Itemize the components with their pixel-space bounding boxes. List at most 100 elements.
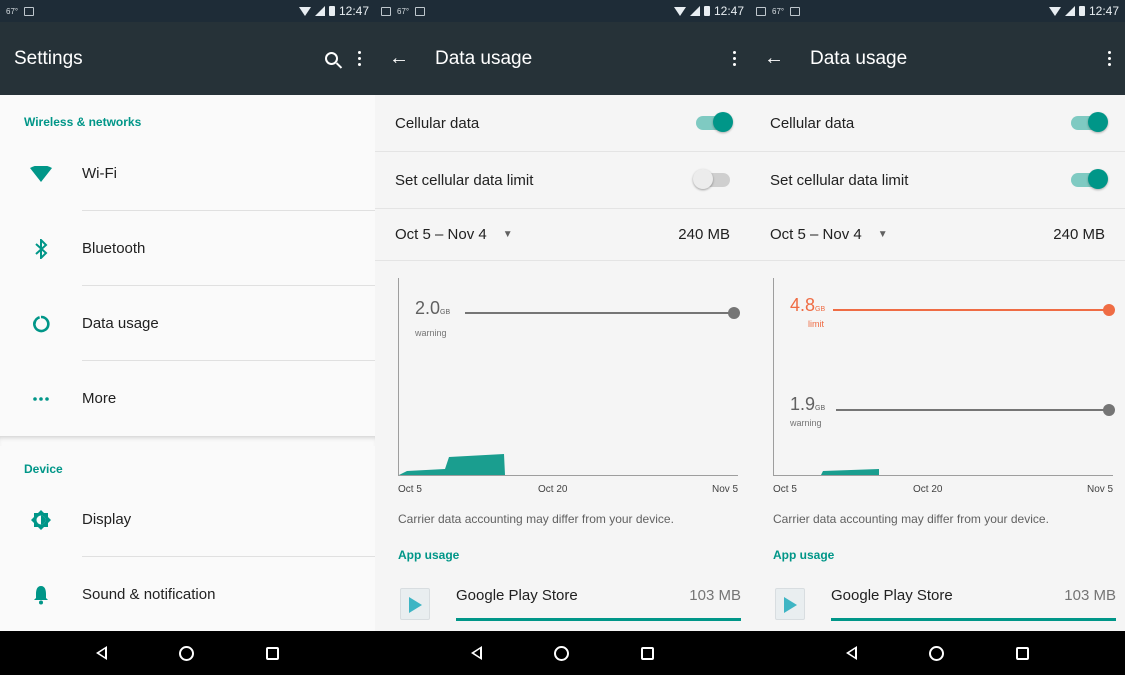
data-usage-app-bar: ← Data usage [375,22,750,95]
overflow-menu-icon[interactable] [358,51,361,66]
recents-nav-icon[interactable] [641,646,654,660]
warning-threshold-value: 1.9GB [790,394,826,414]
settings-item-label: Wi-Fi [82,165,117,182]
limit-threshold-label: limit [808,319,824,329]
settings-item-label: Sound & notification [82,586,216,603]
signal-status-icon [689,6,700,16]
carrier-note: Carrier data accounting may differ from … [773,512,1049,526]
wifi-icon [30,165,52,182]
chart-y-axis [398,278,399,476]
settings-item-label: Data usage [82,315,159,332]
app-usage-bar [456,618,741,621]
x-axis-tick: Oct 20 [538,484,568,495]
battery-status-icon [328,6,335,16]
total-usage: 240 MB [1053,226,1105,243]
back-arrow-icon[interactable]: ← [389,47,409,70]
warning-threshold-handle[interactable] [1103,404,1115,416]
settings-item-sound[interactable]: Sound & notification [0,557,375,632]
warning-threshold-label: warning [415,328,447,338]
cellular-data-row[interactable]: Cellular data [375,95,750,152]
billing-cycle-row[interactable]: Oct 5 – Nov 4 ▼ 240 MB [375,209,750,261]
settings-item-display[interactable]: Display [0,482,375,557]
recents-nav-icon[interactable] [266,646,279,660]
back-nav-icon[interactable] [96,646,107,660]
warning-threshold-line[interactable] [836,409,1108,411]
data-limit-label: Set cellular data limit [395,171,534,189]
app-usage-bar [831,618,1116,621]
x-axis-tick: Oct 5 [773,484,797,495]
wifi-status-icon [298,6,311,16]
home-nav-icon[interactable] [179,645,194,661]
warning-threshold-handle[interactable] [728,307,740,319]
data-usage-app-bar: ← Data usage [750,22,1125,95]
back-arrow-icon[interactable]: ← [764,47,784,70]
billing-cycle-row[interactable]: Oct 5 – Nov 4 ▼ 240 MB [750,209,1125,261]
settings-item-data-usage[interactable]: Data usage [0,286,375,361]
warning-threshold-label: warning [790,418,822,428]
overflow-menu-icon[interactable] [1108,51,1111,66]
data-usage-screen: 67° 12:47 ← Data usage Cellular data Set… [375,0,750,675]
usage-area [821,469,879,475]
settings-item-label: Display [82,511,132,528]
overflow-menu-icon[interactable] [733,51,736,66]
back-nav-icon[interactable] [471,646,482,660]
limit-threshold-line[interactable] [833,309,1108,311]
usage-area [399,454,505,475]
page-title: Data usage [435,47,533,69]
data-usage-limit-screen: 67° 12:47 ← Data usage Cellular data Set… [750,0,1125,675]
x-axis-tick: Nov 5 [712,484,739,495]
bluetooth-icon [35,238,48,259]
limit-threshold-handle[interactable] [1103,304,1115,316]
settings-screen: 67° 12:47 Settings Wireless & networks W… [0,0,375,675]
dropdown-arrow-icon[interactable]: ▼ [503,229,513,240]
total-usage: 240 MB [678,226,730,243]
app-usage-item[interactable]: Google Play Store 103 MB [398,582,741,632]
cellular-data-row[interactable]: Cellular data [750,95,1125,152]
signal-status-icon [1064,6,1075,16]
wifi-status-icon [673,6,686,16]
settings-item-wifi[interactable]: Wi-Fi [0,136,375,211]
wifi-status-icon [1048,6,1061,16]
dropdown-arrow-icon[interactable]: ▼ [878,229,888,240]
bell-icon [34,585,48,604]
temperature-status: 67° [6,6,19,16]
notification-icon [24,6,35,16]
warning-threshold-line[interactable] [465,312,733,314]
signal-status-icon [314,6,325,16]
chart-y-axis [773,278,774,476]
data-limit-toggle[interactable] [693,169,730,189]
search-icon[interactable] [325,52,338,65]
settings-item-more[interactable]: More [0,361,375,436]
cellular-data-label: Cellular data [770,114,855,132]
chart-x-axis [773,475,1113,476]
app-usage-item[interactable]: Google Play Store 103 MB [773,582,1116,632]
clock: 12:47 [713,4,744,18]
cycle-dropdown[interactable]: Oct 5 – Nov 4 [395,226,487,243]
settings-app-bar: Settings [0,22,375,95]
back-nav-icon[interactable] [846,646,857,660]
settings-item-label: More [82,390,117,407]
recents-nav-icon[interactable] [1016,646,1029,660]
data-limit-row[interactable]: Set cellular data limit [750,152,1125,209]
data-limit-toggle[interactable] [1071,169,1108,189]
cellular-data-toggle[interactable] [696,112,733,132]
app-usage-header: App usage [773,548,835,562]
notification-icon [790,6,801,16]
settings-item-label: Bluetooth [82,240,146,257]
clock: 12:47 [1088,4,1119,18]
settings-item-bluetooth[interactable]: Bluetooth [0,211,375,286]
display-icon [31,509,51,530]
cellular-data-label: Cellular data [395,114,480,132]
app-name: Google Play Store [456,587,578,604]
home-nav-icon[interactable] [554,645,569,661]
play-store-icon [775,588,805,620]
battery-status-icon [1078,6,1085,16]
notification-icon [381,6,391,16]
notification-icon [756,6,766,16]
cycle-dropdown[interactable]: Oct 5 – Nov 4 [770,226,862,243]
page-title: Settings [14,47,83,69]
data-limit-row[interactable]: Set cellular data limit [375,152,750,209]
cellular-data-toggle[interactable] [1071,112,1108,132]
section-divider [0,436,375,446]
home-nav-icon[interactable] [929,645,944,661]
